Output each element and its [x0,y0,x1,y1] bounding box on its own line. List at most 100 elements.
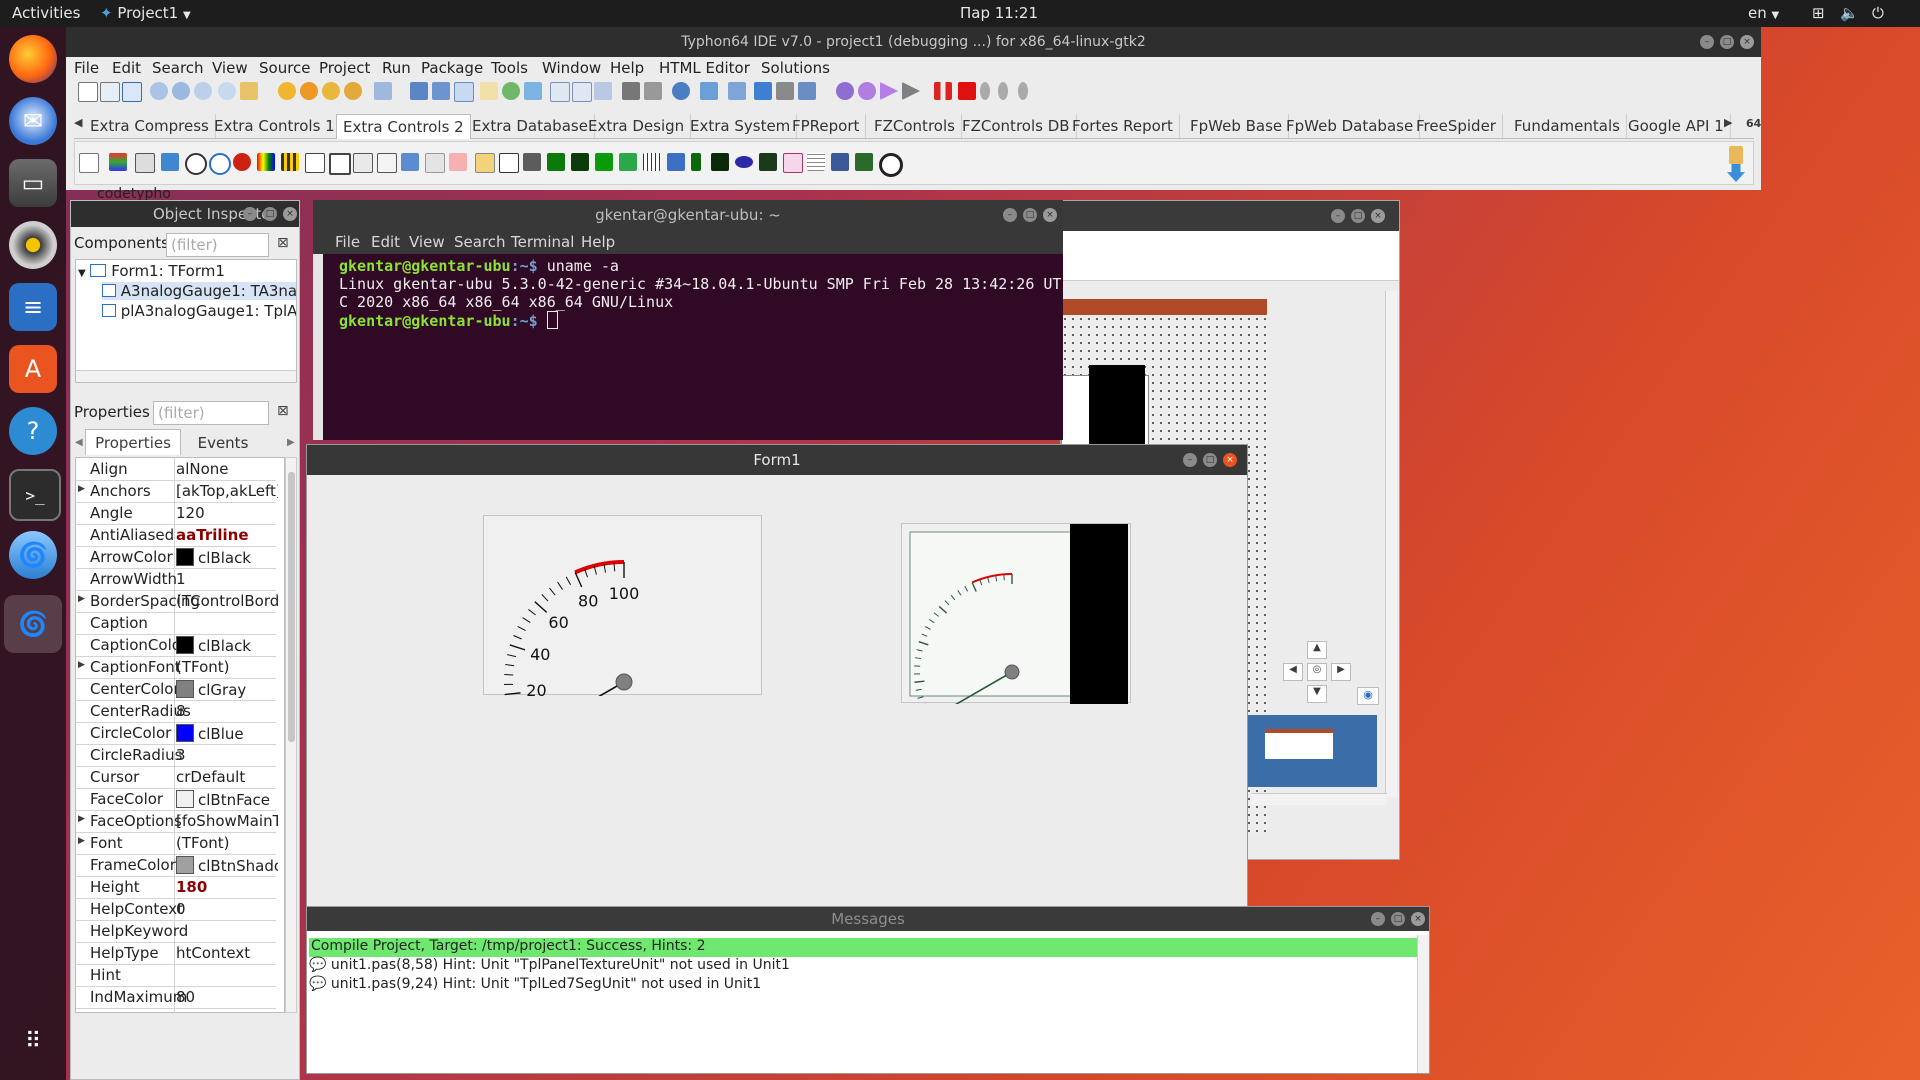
color-text-icon[interactable] [449,153,467,171]
menu-window[interactable]: Window [542,59,601,77]
property-value[interactable]: clBtnShadow [176,856,278,875]
tab-extra-compress[interactable]: Extra Compress [84,114,216,138]
messages-vscrollbar[interactable] [1417,935,1429,1073]
property-row[interactable]: CenterColor clGray [76,678,276,701]
pointer-icon[interactable] [79,153,99,173]
property-value[interactable]: 8 [176,702,278,720]
tab-extra-system[interactable]: Extra System [684,114,798,138]
bar-meter-icon[interactable] [691,153,701,171]
components-filter-input[interactable]: (filter) [166,233,269,257]
property-value[interactable]: aaTriline [176,526,278,544]
percent-icon[interactable] [209,153,231,175]
nav-down-icon[interactable]: ▼ [1307,685,1327,703]
close-button[interactable]: × [1740,35,1754,49]
volume-icon[interactable]: 🔈 [1840,4,1859,22]
open-icon[interactable] [150,82,168,100]
scope-icon[interactable] [711,153,729,171]
property-value[interactable]: 1 [176,570,278,588]
collapse-icon[interactable]: ▼ [78,268,86,279]
tools-icon[interactable] [374,82,392,100]
oval-icon[interactable] [735,156,753,168]
close-button[interactable]: × [1411,912,1425,926]
new-file-icon[interactable] [78,82,98,102]
tree-item-form1[interactable]: ▼ Form1: TForm1 [78,262,225,280]
refresh-icon[interactable] [524,82,542,100]
expand-icon[interactable]: ▶ [78,836,85,846]
text-style-icon[interactable] [425,153,445,173]
terminal-body[interactable]: gkentar@gkentar-ubu:~$ uname -a Linux gk… [323,254,1063,440]
debug-icon[interactable] [622,82,640,100]
new-unit-icon[interactable] [122,82,142,102]
chart-icon[interactable] [305,153,325,173]
expand-icon[interactable]: ▶ [78,594,85,604]
clock-icon[interactable] [185,153,207,175]
tab-fzcontrols[interactable]: FZControls [868,114,962,138]
maximize-button[interactable]: □ [263,207,277,221]
monitor-icon[interactable] [798,82,816,100]
line-chart-icon[interactable] [855,153,873,171]
network-icon[interactable]: ⊞ [1812,4,1825,22]
tab-freespider[interactable]: FreeSpider [1410,114,1503,138]
menu-package[interactable]: Package [421,59,483,77]
bookmark-icon[interactable] [728,82,746,100]
expand-icon[interactable]: ▶ [78,814,85,824]
arrows-icon[interactable] [754,82,772,100]
cross-graph-icon[interactable] [759,153,777,171]
property-row[interactable]: HelpType htContext [76,942,276,965]
gear-icon[interactable] [836,82,854,100]
menu-project[interactable]: Project [319,59,370,77]
clear-filter-icon[interactable]: ⊠ [277,235,289,251]
property-value[interactable]: [foShowMainTicks] [176,812,278,830]
message-hint-1[interactable]: 💬 unit1.pas(8,58) Hint: Unit "TplPanelTe… [309,957,790,973]
scroll-up-icon[interactable] [1729,146,1743,164]
terminal-menu-edit[interactable]: Edit [371,233,400,251]
globe-icon[interactable] [502,82,520,100]
grid-icon[interactable] [807,153,825,171]
property-row[interactable]: Angle 120 [76,502,276,525]
menu-view[interactable]: View [212,59,248,77]
step-out-icon[interactable] [1018,82,1028,100]
property-value[interactable]: clBlack [176,636,278,655]
property-value[interactable]: crDefault [176,768,278,786]
clear-filter-icon[interactable]: ⊠ [277,403,289,419]
designer-vscrollbar[interactable] [1385,291,1397,797]
terminal-menu-help[interactable]: Help [581,233,615,251]
image-icon[interactable] [161,153,179,171]
minimize-button[interactable]: – [1183,453,1197,467]
maximize-button[interactable]: □ [1391,912,1405,926]
property-row[interactable]: FaceColor clBtnFace [76,788,276,811]
tabs-scroll-left-icon[interactable]: ◀ [74,116,82,129]
view-forms-icon[interactable] [572,82,592,102]
property-value[interactable]: 3 [176,746,278,764]
options-icon[interactable] [344,82,362,100]
ruler-icon[interactable] [643,153,661,171]
property-row[interactable]: Cursor crDefault [76,766,276,789]
menu-help[interactable]: Help [610,59,644,77]
menu-tools[interactable]: Tools [491,59,528,77]
tab-extra-database[interactable]: Extra Database [466,114,595,138]
property-row[interactable]: ArrowColor clBlack [76,546,276,569]
property-value[interactable]: 80 [176,988,278,1006]
tree-item-pla3naloggauge1[interactable]: plA3nalogGauge1: TplA3nalogGauge [102,302,296,320]
typhon-ide-icon[interactable]: 🌀 [4,595,62,653]
rhythmbox-icon[interactable] [9,221,57,269]
battery-icon[interactable] [547,153,565,171]
properties-filter-input[interactable]: (filter) [153,401,269,425]
terminal-menu-view[interactable]: View [409,233,445,251]
property-value[interactable]: alNone [176,460,278,478]
app-menu-button[interactable]: ✦ Project1 ▼ [100,4,191,22]
download-icon[interactable] [1727,164,1745,182]
tab-scroll-right-icon[interactable]: ▶ [287,437,295,448]
step-over-icon[interactable] [998,82,1008,100]
property-value[interactable]: clBlack [176,548,278,567]
property-row[interactable]: ArrowWidth 1 [76,568,276,591]
view-units-icon[interactable] [550,82,570,102]
menu-run[interactable]: Run [382,59,411,77]
menu-solutions[interactable]: Solutions [761,59,830,77]
menu-file[interactable]: File [74,59,99,77]
open-recent-icon[interactable] [172,82,190,100]
nav-up-icon[interactable]: ▲ [1307,641,1327,659]
language-indicator[interactable]: en ▼ [1748,4,1779,22]
nav-left-icon[interactable]: ◀ [1283,663,1303,681]
maximize-button[interactable]: □ [1351,209,1365,223]
